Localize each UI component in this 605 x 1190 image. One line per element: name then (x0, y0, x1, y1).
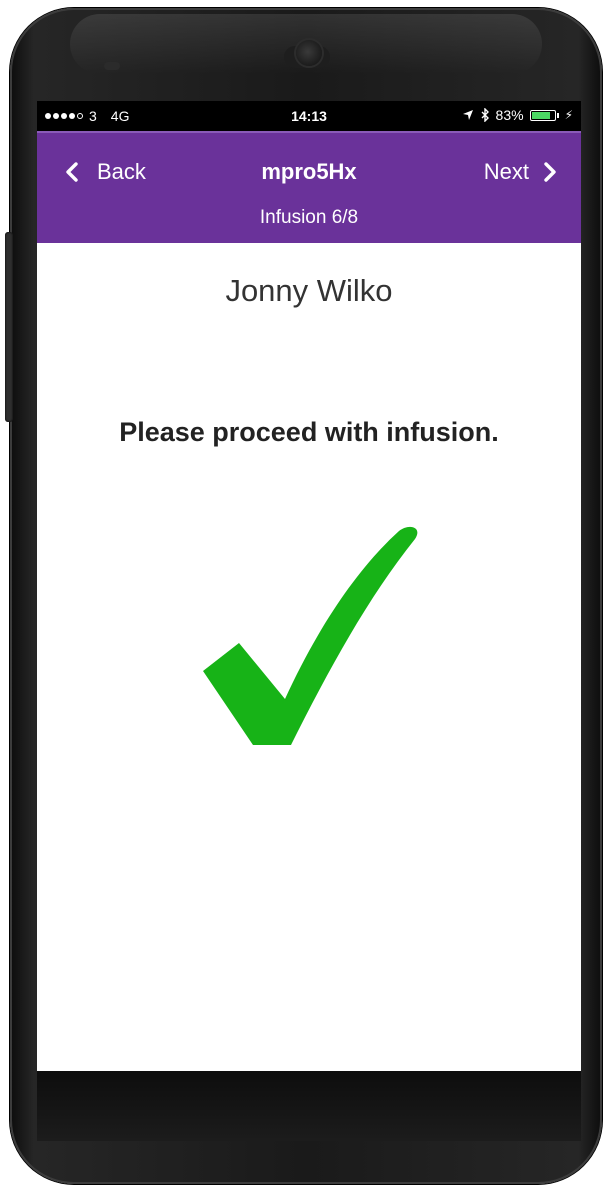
bluetooth-icon (481, 108, 489, 122)
battery-fill (531, 111, 550, 119)
battery-percent: 83% (495, 107, 524, 123)
location-arrow-icon (462, 110, 473, 120)
status-bar: 3 4G 14:13 83% ⚡ (37, 101, 581, 131)
checkmark-shape (203, 526, 418, 745)
front-camera (296, 40, 322, 66)
app-screen: 3 4G 14:13 83% ⚡ Back mpro5Hx Next Infus… (37, 101, 581, 1071)
phone-sensor (104, 62, 120, 70)
charging-bolt-icon: ⚡ (564, 108, 573, 122)
chevron-right-icon (544, 162, 556, 182)
navigation-bar: Back mpro5Hx Next Infusion 6/8 (37, 131, 581, 243)
patient-name: Jonny Wilko (225, 273, 393, 308)
checkmark-icon (203, 526, 418, 745)
battery-icon (529, 109, 556, 121)
phone-bottom-bezel (37, 1071, 581, 1141)
step-subtitle: Infusion 6/8 (259, 207, 359, 228)
instruction-message: Please proceed with infusion. (119, 417, 499, 447)
phone-side-button (5, 232, 13, 422)
status-right-group: 83% ⚡ (462, 107, 573, 123)
battery-tip (556, 112, 559, 118)
next-button[interactable]: Next (484, 159, 557, 185)
next-label: Next (483, 159, 529, 184)
